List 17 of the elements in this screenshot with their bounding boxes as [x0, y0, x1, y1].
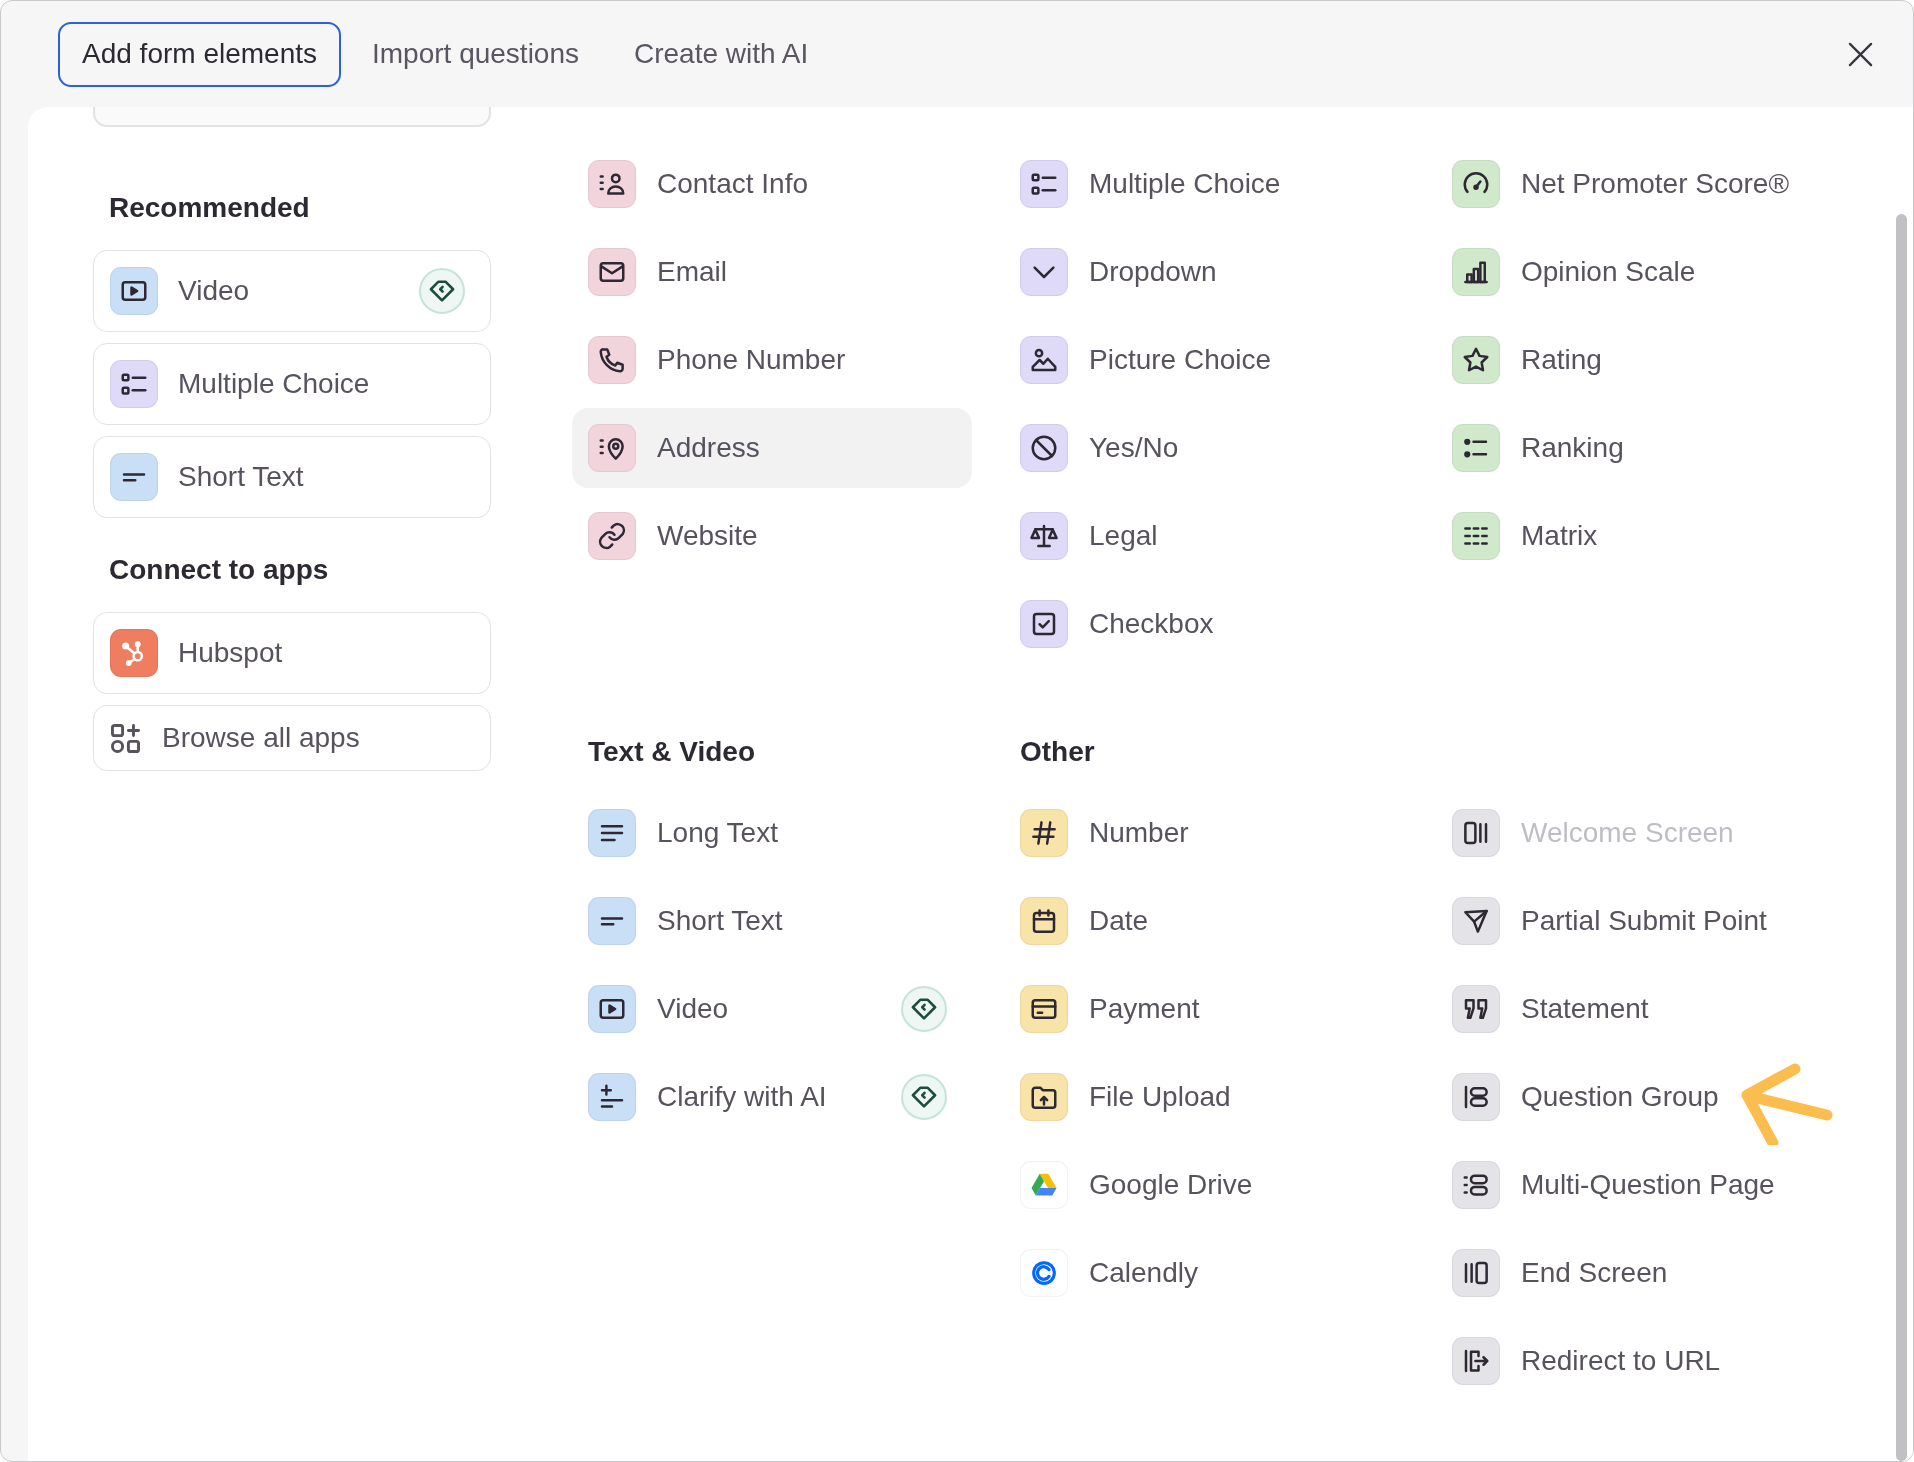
element-option[interactable]: Address [572, 408, 972, 488]
element-card[interactable]: Short Text [93, 436, 491, 518]
element-card[interactable]: Video [93, 250, 491, 332]
section-heading: Recommended [109, 191, 310, 225]
section-heading: Connect to apps [109, 553, 329, 587]
section-heading: Text & Video [588, 735, 755, 769]
close-icon [1847, 41, 1873, 67]
element-card[interactable]: Multiple Choice [93, 343, 491, 425]
tab[interactable]: Import questions [348, 21, 603, 87]
search-field[interactable] [93, 107, 491, 127]
tab[interactable]: Add form elements [58, 21, 341, 87]
browse-apps-button[interactable]: Browse all apps [93, 705, 491, 771]
element-card[interactable]: Hubspot [93, 612, 491, 694]
tab[interactable]: Create with AI [610, 21, 833, 87]
scrollbar-thumb[interactable] [1896, 214, 1907, 1461]
section-heading: Other [1020, 735, 1095, 769]
apps-grid-icon [111, 723, 140, 753]
